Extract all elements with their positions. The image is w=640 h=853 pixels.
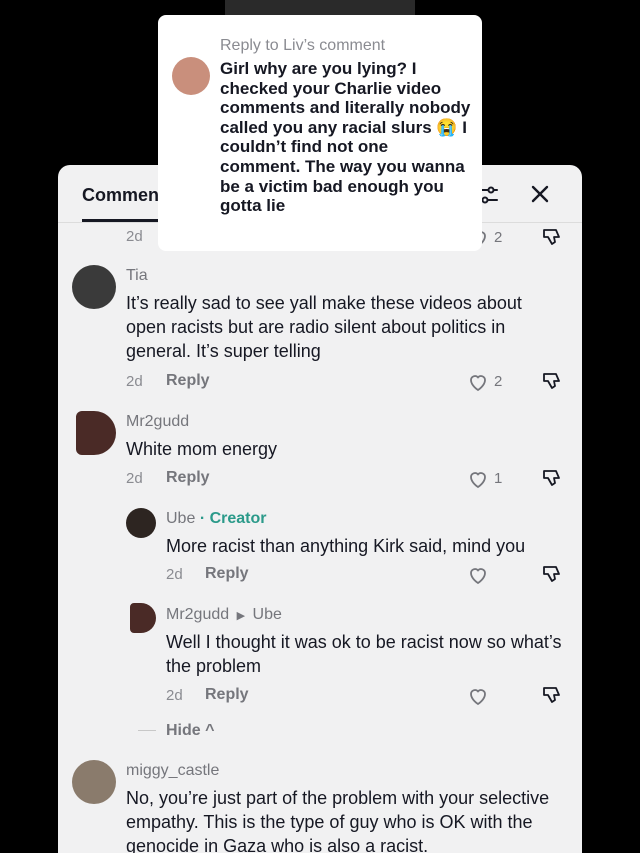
reply-text: Well I thought it was ok to be racist no…	[166, 632, 562, 676]
dislike-icon[interactable]	[540, 683, 564, 707]
reply-username[interactable]: Mr2gudd ▶ Ube	[166, 606, 282, 624]
avatar[interactable]	[126, 508, 156, 538]
dislike-icon[interactable]	[540, 225, 564, 249]
comment-text: White mom energy	[126, 439, 278, 459]
hide-divider	[138, 730, 156, 731]
heart-icon[interactable]	[466, 684, 490, 708]
avatar	[172, 57, 210, 95]
comment-text: No, you’re just part of the problem with…	[126, 788, 550, 853]
like-count: 2	[494, 229, 503, 246]
reply-target[interactable]: Ube	[253, 606, 282, 623]
dislike-icon[interactable]	[540, 466, 564, 490]
comment-time: 2d	[166, 566, 183, 583]
avatar[interactable]	[72, 760, 116, 804]
reply-username-text[interactable]: Mr2gudd	[166, 606, 229, 623]
reply-context-card: Reply to Liv’s comment Girl why are you …	[158, 15, 482, 251]
avatar[interactable]	[130, 603, 156, 633]
avatar[interactable]	[72, 265, 116, 309]
like-count: 1	[494, 470, 503, 487]
comment-time: 2d	[126, 228, 143, 245]
reply-card-header: Reply to Liv’s comment	[220, 37, 386, 54]
avatar[interactable]	[76, 411, 116, 455]
comment-username[interactable]: miggy_castle	[126, 762, 219, 780]
dislike-icon[interactable]	[540, 562, 564, 586]
creator-badge: · Creator	[199, 510, 267, 527]
comment-time: 2d	[126, 470, 143, 487]
reply-arrow-icon: ▶	[236, 610, 246, 622]
hide-replies-button[interactable]: Hide ^	[166, 722, 214, 740]
dislike-icon[interactable]	[540, 369, 564, 393]
comment-text: It’s really sad to see yall make these v…	[126, 293, 522, 361]
reply-username[interactable]: Ube · Creator	[166, 510, 267, 528]
reply-button[interactable]: Reply	[205, 686, 249, 704]
heart-icon[interactable]	[466, 370, 490, 394]
reply-button[interactable]: Reply	[166, 469, 210, 487]
comments-panel: Comments 2d 2 Tia It’s really sad to see…	[58, 165, 582, 853]
comment-time: 2d	[126, 373, 143, 390]
like-count: 2	[494, 373, 503, 390]
reply-button[interactable]: Reply	[205, 565, 249, 583]
heart-icon[interactable]	[466, 563, 490, 587]
reply-card-text: Girl why are you lying? I checked your C…	[220, 59, 471, 216]
close-icon[interactable]	[528, 182, 552, 206]
reply-username-text[interactable]: Ube	[166, 510, 195, 527]
comment-time: 2d	[166, 687, 183, 704]
comment-username[interactable]: Mr2gudd	[126, 413, 189, 431]
reply-text: More racist than anything Kirk said, min…	[166, 536, 526, 556]
heart-icon[interactable]	[466, 467, 490, 491]
reply-button[interactable]: Reply	[166, 372, 210, 390]
comment-username[interactable]: Tia	[126, 267, 148, 285]
